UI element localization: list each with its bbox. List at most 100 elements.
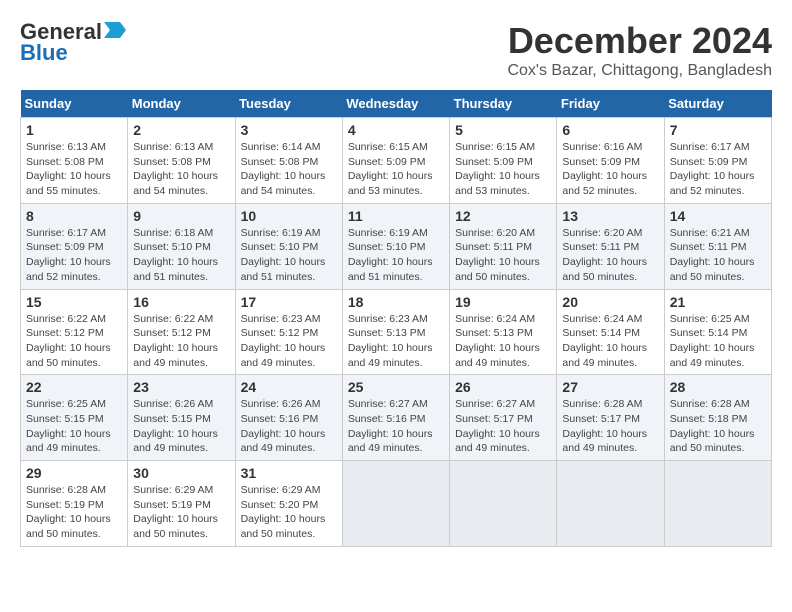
- sunrise-label: Sunrise: 6:16 AM: [562, 141, 642, 153]
- daylight-label: Daylight: 10 hours and 49 minutes.: [348, 342, 433, 369]
- table-row: 15 Sunrise: 6:22 AM Sunset: 5:12 PM Dayl…: [21, 289, 128, 375]
- sunset-label: Sunset: 5:16 PM: [348, 413, 426, 425]
- sunrise-label: Sunrise: 6:29 AM: [241, 484, 321, 496]
- day-info: Sunrise: 6:25 AM Sunset: 5:15 PM Dayligh…: [26, 397, 122, 456]
- table-row: 28 Sunrise: 6:28 AM Sunset: 5:18 PM Dayl…: [664, 375, 771, 461]
- day-number: 26: [455, 379, 551, 395]
- day-number: 13: [562, 208, 658, 224]
- table-row: 16 Sunrise: 6:22 AM Sunset: 5:12 PM Dayl…: [128, 289, 235, 375]
- logo: General Blue: [20, 20, 126, 65]
- sunset-label: Sunset: 5:08 PM: [133, 156, 211, 168]
- header-thursday: Thursday: [450, 90, 557, 118]
- daylight-label: Daylight: 10 hours and 55 minutes.: [26, 170, 111, 197]
- day-info: Sunrise: 6:28 AM Sunset: 5:17 PM Dayligh…: [562, 397, 658, 456]
- table-row: 30 Sunrise: 6:29 AM Sunset: 5:19 PM Dayl…: [128, 461, 235, 547]
- table-row: 12 Sunrise: 6:20 AM Sunset: 5:11 PM Dayl…: [450, 203, 557, 289]
- day-info: Sunrise: 6:27 AM Sunset: 5:16 PM Dayligh…: [348, 397, 444, 456]
- sunset-label: Sunset: 5:19 PM: [133, 499, 211, 511]
- sunset-label: Sunset: 5:12 PM: [26, 327, 104, 339]
- sunrise-label: Sunrise: 6:15 AM: [455, 141, 535, 153]
- day-number: 5: [455, 122, 551, 138]
- table-row: 7 Sunrise: 6:17 AM Sunset: 5:09 PM Dayli…: [664, 118, 771, 204]
- daylight-label: Daylight: 10 hours and 49 minutes.: [133, 428, 218, 455]
- sunset-label: Sunset: 5:18 PM: [670, 413, 748, 425]
- sunset-label: Sunset: 5:15 PM: [26, 413, 104, 425]
- logo-arrow-icon: [104, 20, 126, 40]
- day-number: 18: [348, 294, 444, 310]
- sunset-label: Sunset: 5:14 PM: [670, 327, 748, 339]
- day-info: Sunrise: 6:21 AM Sunset: 5:11 PM Dayligh…: [670, 226, 766, 285]
- day-info: Sunrise: 6:19 AM Sunset: 5:10 PM Dayligh…: [241, 226, 337, 285]
- daylight-label: Daylight: 10 hours and 50 minutes.: [241, 513, 326, 540]
- weekday-header-row: Sunday Monday Tuesday Wednesday Thursday…: [21, 90, 772, 118]
- sunset-label: Sunset: 5:09 PM: [562, 156, 640, 168]
- calendar-week-row: 22 Sunrise: 6:25 AM Sunset: 5:15 PM Dayl…: [21, 375, 772, 461]
- sunrise-label: Sunrise: 6:25 AM: [26, 398, 106, 410]
- sunrise-label: Sunrise: 6:25 AM: [670, 313, 750, 325]
- day-info: Sunrise: 6:17 AM Sunset: 5:09 PM Dayligh…: [670, 140, 766, 199]
- sunrise-label: Sunrise: 6:26 AM: [241, 398, 321, 410]
- day-info: Sunrise: 6:25 AM Sunset: 5:14 PM Dayligh…: [670, 312, 766, 371]
- sunrise-label: Sunrise: 6:24 AM: [455, 313, 535, 325]
- sunrise-label: Sunrise: 6:29 AM: [133, 484, 213, 496]
- sunrise-label: Sunrise: 6:15 AM: [348, 141, 428, 153]
- header: General Blue December 2024 Cox's Bazar, …: [20, 20, 772, 80]
- day-number: 31: [241, 465, 337, 481]
- calendar-week-row: 1 Sunrise: 6:13 AM Sunset: 5:08 PM Dayli…: [21, 118, 772, 204]
- day-info: Sunrise: 6:15 AM Sunset: 5:09 PM Dayligh…: [348, 140, 444, 199]
- day-info: Sunrise: 6:18 AM Sunset: 5:10 PM Dayligh…: [133, 226, 229, 285]
- daylight-label: Daylight: 10 hours and 49 minutes.: [133, 342, 218, 369]
- sunrise-label: Sunrise: 6:23 AM: [348, 313, 428, 325]
- day-number: 8: [26, 208, 122, 224]
- sunrise-label: Sunrise: 6:27 AM: [348, 398, 428, 410]
- table-row: 5 Sunrise: 6:15 AM Sunset: 5:09 PM Dayli…: [450, 118, 557, 204]
- daylight-label: Daylight: 10 hours and 50 minutes.: [670, 428, 755, 455]
- day-info: Sunrise: 6:29 AM Sunset: 5:19 PM Dayligh…: [133, 483, 229, 542]
- sunrise-label: Sunrise: 6:19 AM: [241, 227, 321, 239]
- daylight-label: Daylight: 10 hours and 49 minutes.: [241, 342, 326, 369]
- day-number: 24: [241, 379, 337, 395]
- sunrise-label: Sunrise: 6:22 AM: [26, 313, 106, 325]
- day-number: 16: [133, 294, 229, 310]
- sunset-label: Sunset: 5:16 PM: [241, 413, 319, 425]
- day-info: Sunrise: 6:23 AM Sunset: 5:13 PM Dayligh…: [348, 312, 444, 371]
- day-info: Sunrise: 6:27 AM Sunset: 5:17 PM Dayligh…: [455, 397, 551, 456]
- day-number: 30: [133, 465, 229, 481]
- table-row: 11 Sunrise: 6:19 AM Sunset: 5:10 PM Dayl…: [342, 203, 449, 289]
- table-row: 25 Sunrise: 6:27 AM Sunset: 5:16 PM Dayl…: [342, 375, 449, 461]
- header-saturday: Saturday: [664, 90, 771, 118]
- sunset-label: Sunset: 5:14 PM: [562, 327, 640, 339]
- daylight-label: Daylight: 10 hours and 51 minutes.: [133, 256, 218, 283]
- table-row: 24 Sunrise: 6:26 AM Sunset: 5:16 PM Dayl…: [235, 375, 342, 461]
- sunrise-label: Sunrise: 6:20 AM: [455, 227, 535, 239]
- header-monday: Monday: [128, 90, 235, 118]
- table-row: [342, 461, 449, 547]
- day-number: 1: [26, 122, 122, 138]
- day-info: Sunrise: 6:26 AM Sunset: 5:15 PM Dayligh…: [133, 397, 229, 456]
- day-number: 15: [26, 294, 122, 310]
- table-row: 23 Sunrise: 6:26 AM Sunset: 5:15 PM Dayl…: [128, 375, 235, 461]
- sunrise-label: Sunrise: 6:23 AM: [241, 313, 321, 325]
- daylight-label: Daylight: 10 hours and 49 minutes.: [562, 428, 647, 455]
- sunrise-label: Sunrise: 6:20 AM: [562, 227, 642, 239]
- sunrise-label: Sunrise: 6:13 AM: [133, 141, 213, 153]
- sunset-label: Sunset: 5:10 PM: [133, 241, 211, 253]
- table-row: 22 Sunrise: 6:25 AM Sunset: 5:15 PM Dayl…: [21, 375, 128, 461]
- daylight-label: Daylight: 10 hours and 49 minutes.: [670, 342, 755, 369]
- sunrise-label: Sunrise: 6:21 AM: [670, 227, 750, 239]
- day-number: 17: [241, 294, 337, 310]
- sunrise-label: Sunrise: 6:22 AM: [133, 313, 213, 325]
- sunrise-label: Sunrise: 6:13 AM: [26, 141, 106, 153]
- sunset-label: Sunset: 5:09 PM: [670, 156, 748, 168]
- day-info: Sunrise: 6:24 AM Sunset: 5:13 PM Dayligh…: [455, 312, 551, 371]
- table-row: 1 Sunrise: 6:13 AM Sunset: 5:08 PM Dayli…: [21, 118, 128, 204]
- day-number: 25: [348, 379, 444, 395]
- table-row: 14 Sunrise: 6:21 AM Sunset: 5:11 PM Dayl…: [664, 203, 771, 289]
- sunset-label: Sunset: 5:08 PM: [241, 156, 319, 168]
- header-sunday: Sunday: [21, 90, 128, 118]
- daylight-label: Daylight: 10 hours and 50 minutes.: [133, 513, 218, 540]
- day-info: Sunrise: 6:28 AM Sunset: 5:18 PM Dayligh…: [670, 397, 766, 456]
- sunrise-label: Sunrise: 6:18 AM: [133, 227, 213, 239]
- table-row: [450, 461, 557, 547]
- table-row: 13 Sunrise: 6:20 AM Sunset: 5:11 PM Dayl…: [557, 203, 664, 289]
